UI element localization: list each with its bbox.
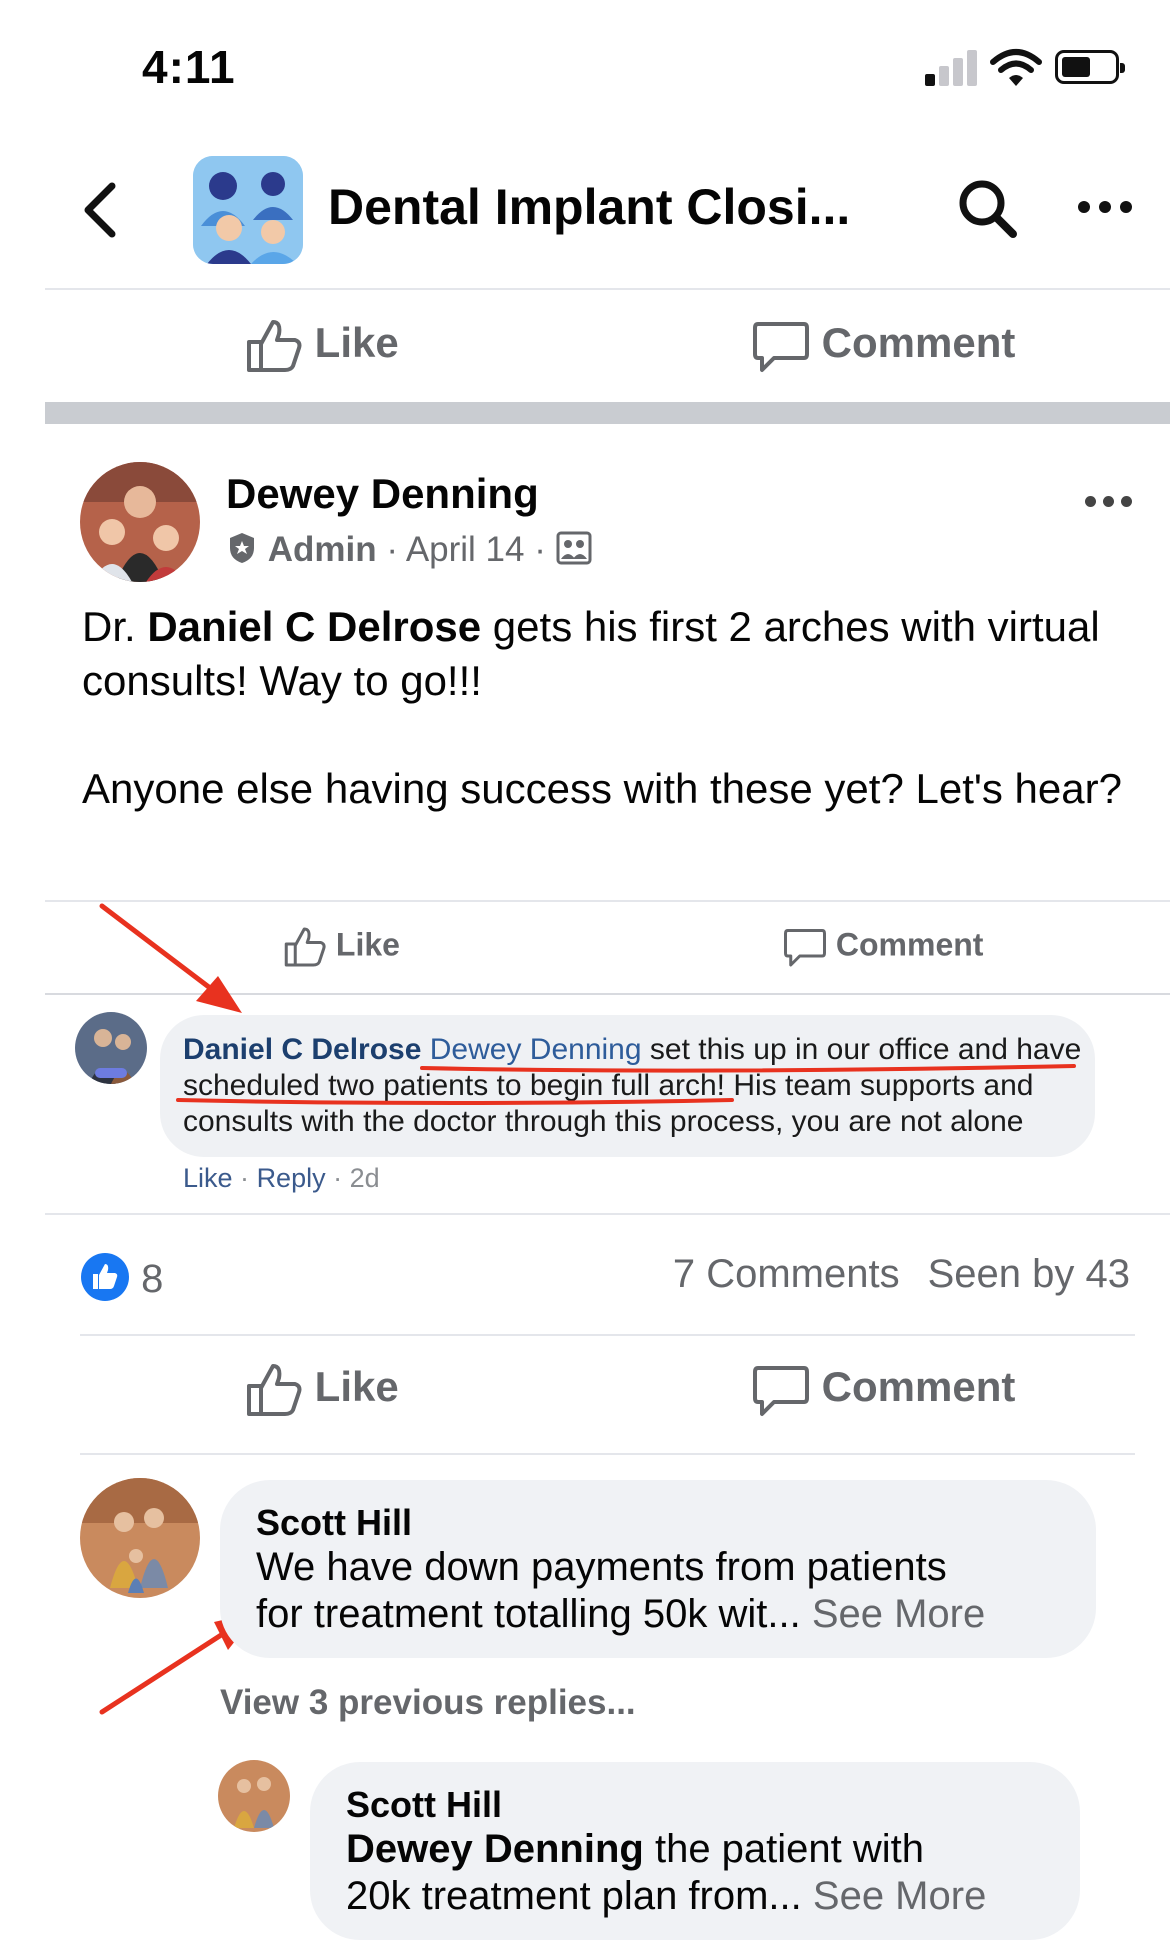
embedded-comment-like: Like [183,1163,233,1193]
meta-separator: · [534,530,546,569]
embedded-comment-reply: Reply [256,1163,326,1193]
divider [45,1213,1170,1215]
embedded-comment-label: Comment [835,926,984,963]
comment-text-line2: for treatment totalling 50k wit... See M… [256,1590,985,1638]
divider [45,900,1170,902]
meta-separator: · [386,530,399,569]
reaction-count: 8 [141,1257,164,1301]
admin-badge: Admin [267,530,377,569]
annotation-overlay [99,903,1076,1715]
search-icon[interactable] [955,176,1021,242]
comment-label: Comment [821,319,1016,367]
reply-text-part: the patient with [643,1827,925,1871]
post-body: Dr. Daniel C Delrose gets his first 2 ar… [82,600,1142,816]
commenter-avatar[interactable] [80,1478,200,1598]
more-options-icon[interactable] [1078,200,1141,218]
engagement-counts: 7 Comments Seen by 43 [645,1252,1130,1297]
comment-text-part: wit... [707,1592,801,1636]
like-reaction-icon [81,1253,129,1301]
post-meta: Admin · April 14 · [226,530,592,570]
see-more-link[interactable]: See More [812,1592,985,1636]
thumbs-up-icon [247,320,302,372]
embedded-comment-button: Comment [783,926,983,968]
thumbs-up-icon [247,1364,302,1416]
chevron-left-icon[interactable] [80,180,120,240]
wifi-icon [990,49,1042,86]
embedded-dot: · [333,1163,343,1193]
red-arrow-annotation [99,903,242,1013]
comment-button[interactable]: Comment [752,318,1015,374]
embedded-comment-author: Daniel C Delrose [183,1033,422,1066]
post-comment-button[interactable]: Comment [752,1362,1015,1418]
battery-icon [1055,50,1125,84]
comment-bubble-icon [784,929,826,967]
post-body-prefix: Dr. [82,603,148,650]
divider [80,1453,1135,1455]
group-title[interactable]: Dental Implant Closi... [328,178,850,236]
embedded-comment-actions: Like · Reply · 2d [183,1163,380,1194]
reply-text-line2: 20k treatment plan from... See More [346,1872,986,1920]
embedded-commenter-avatar [75,1012,147,1084]
seen-by-count[interactable]: Seen by 43 [928,1252,1130,1296]
see-more-link[interactable]: See More [813,1874,986,1918]
group-avatar[interactable] [193,156,303,264]
reply-text-part: 20k treatment plan from... [346,1874,802,1918]
reply-avatar[interactable] [218,1760,290,1832]
post-comment-label: Comment [821,1363,1016,1411]
embedded-comment-mention: Dewey Denning [429,1033,642,1066]
post-like-label: Like [314,1363,399,1411]
comment-author[interactable]: Scott Hill [256,1502,412,1544]
divider [45,288,1170,290]
post-more-icon[interactable] [1085,494,1139,512]
comment-bubble-icon [753,1366,809,1416]
comment-bubble-icon [753,322,809,372]
view-previous-replies[interactable]: View 3 previous replies... [220,1683,636,1723]
comments-count[interactable]: 7 Comments [673,1252,900,1296]
reaction-summary[interactable]: 8 [80,1252,163,1302]
embedded-like-label: Like [335,926,400,963]
embedded-comment-text: Daniel C Delrose Dewey Denning set this … [183,1032,1083,1140]
post-body-mention[interactable]: Daniel C Delrose [147,603,481,650]
post-body-paragraph2: Anyone else having success with these ye… [82,765,1122,812]
reply-author[interactable]: Scott Hill [346,1784,502,1826]
author-avatar[interactable] [80,462,200,582]
comment-text-part: for treatment [256,1592,494,1636]
reply-mention[interactable]: Dewey Denning [346,1827,644,1871]
comment-text-highlight: totalling 50k [493,1592,708,1636]
like-label: Like [314,319,399,367]
admin-shield-icon [230,533,254,563]
divider [80,1334,1135,1336]
post-date[interactable]: April 14 [406,530,525,569]
reply-text-line1: Dewey Denning the patient with [346,1825,924,1873]
status-time: 4:11 [142,41,236,93]
group-audience-icon [556,531,592,565]
post-author[interactable]: Dewey Denning [226,470,539,518]
like-button[interactable]: Like [245,318,399,374]
comment-text-line1: We have down payments from patients [256,1545,947,1589]
embedded-comment-age: 2d [349,1163,380,1193]
thumbs-up-icon [284,927,326,967]
section-separator [45,402,1170,424]
embedded-like-button: Like [283,926,400,968]
cellular-signal-icon [925,50,981,86]
embedded-dot: · [240,1163,250,1193]
divider [45,993,1170,995]
post-like-button[interactable]: Like [245,1362,399,1418]
